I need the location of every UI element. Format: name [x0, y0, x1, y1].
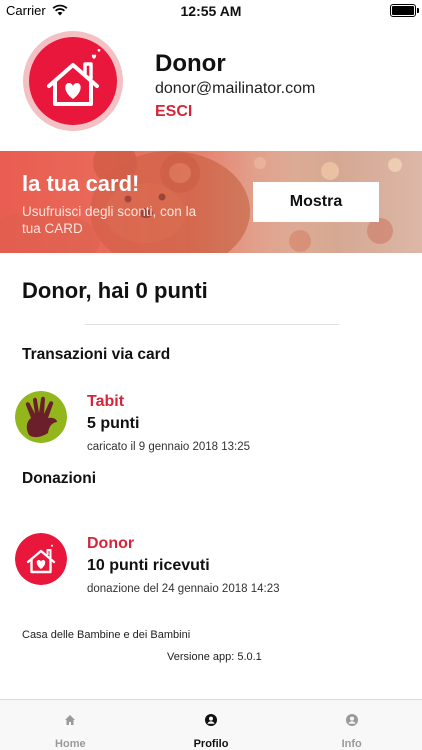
profile-email: donor@mailinator.com: [155, 80, 316, 97]
tab-info[interactable]: Info: [281, 700, 422, 750]
house-hearts-logo: [23, 31, 123, 131]
tab-bar: Home Profilo Info: [0, 699, 422, 750]
house-hearts-logo: [15, 533, 67, 585]
transactions-section-title: Transazioni via card: [22, 346, 171, 363]
home-icon: [65, 715, 76, 725]
user-icon: [205, 714, 217, 726]
tab-info-label: Info: [341, 738, 362, 750]
donations-section-title: Donazioni: [22, 470, 97, 487]
profile-name: Donor: [155, 50, 226, 77]
transaction-date: caricato il 9 gennaio 2018 13:25: [87, 441, 251, 453]
tab-home[interactable]: Home: [0, 700, 141, 750]
donation-date: donazione del 24 gennaio 2018 14:23: [87, 583, 280, 595]
logout-link[interactable]: ESCI: [155, 103, 192, 121]
app-version: Versione app: 5.0.1: [167, 651, 262, 663]
tabit-hand-logo: [15, 391, 67, 443]
banner-title: la tua card!: [22, 171, 140, 196]
battery-level: [392, 6, 414, 15]
banner-subtitle: Usufruisci degli sconti, con la tua CARD: [22, 204, 197, 236]
tab-profile[interactable]: Profilo: [141, 700, 282, 750]
organization-name: Casa delle Bambine e dei Bambini: [22, 629, 191, 641]
status-bar: Carrier 12:55 AM: [0, 0, 422, 22]
battery-icon: [390, 4, 419, 17]
points-title: Donor, hai 0 punti: [22, 278, 208, 303]
tab-profile-label: Profilo: [193, 738, 229, 750]
tab-home-label: Home: [55, 738, 86, 750]
divider: [85, 324, 339, 325]
info-icon: [345, 714, 358, 726]
donation-name: Donor: [87, 535, 135, 552]
transaction-points: 5 punti: [87, 415, 140, 432]
transaction-name: Tabit: [87, 393, 125, 410]
donation-points: 10 punti ricevuti: [87, 557, 210, 574]
clock: 12:55 AM: [180, 3, 242, 19]
show-card-button[interactable]: Mostra: [253, 182, 379, 222]
